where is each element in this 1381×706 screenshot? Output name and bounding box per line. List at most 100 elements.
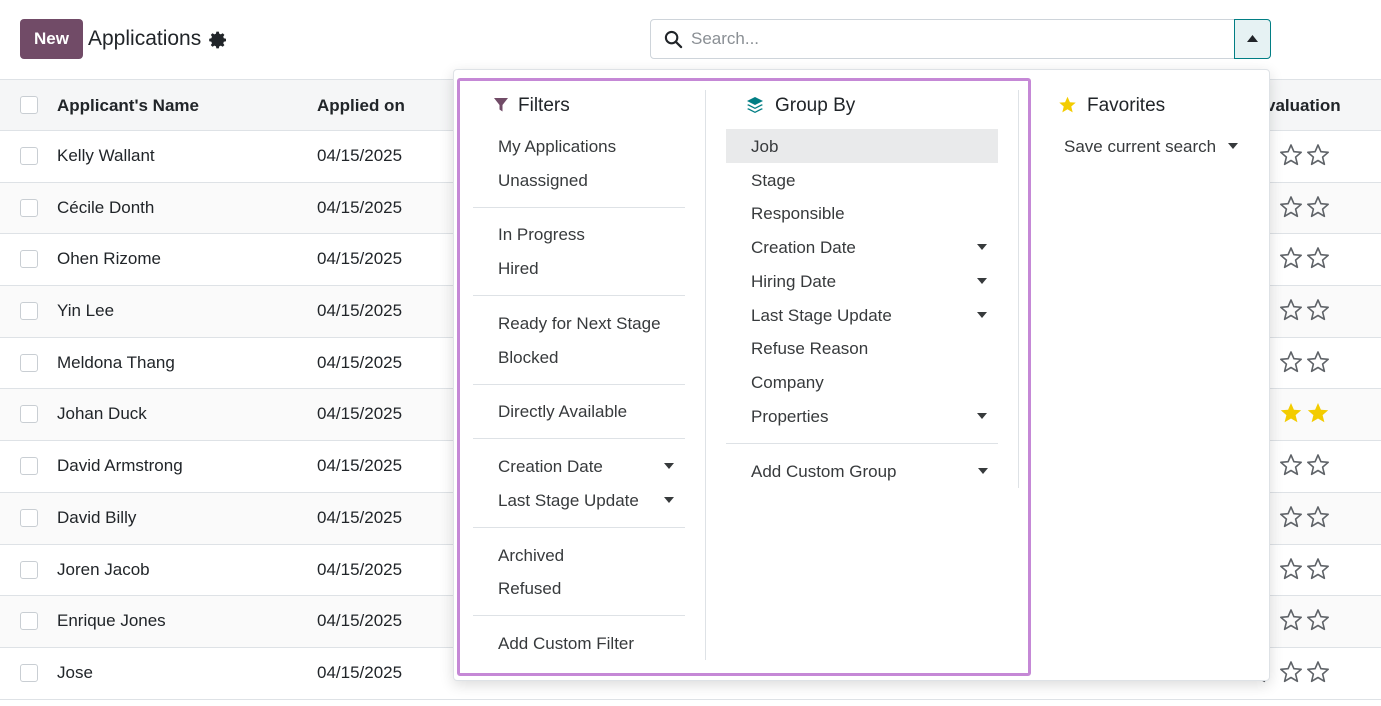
star-empty-icon[interactable]: [1279, 453, 1303, 477]
filter-unassigned[interactable]: Unassigned: [498, 171, 588, 191]
star-filled-icon[interactable]: [1279, 401, 1303, 425]
applied-on-date: 04/15/2025: [317, 301, 403, 321]
new-button[interactable]: New: [20, 19, 83, 59]
applied-on-date: 04/15/2025: [317, 197, 403, 217]
star-empty-icon[interactable]: [1279, 660, 1303, 684]
star-empty-icon[interactable]: [1306, 660, 1330, 684]
divider: [473, 438, 685, 439]
star-empty-icon[interactable]: [1306, 557, 1330, 581]
chevron-down-icon[interactable]: [664, 497, 674, 503]
save-current-search[interactable]: Save current search: [1064, 137, 1216, 157]
applied-on-date: 04/15/2025: [317, 611, 403, 631]
star-empty-icon[interactable]: [1306, 195, 1330, 219]
filter-directly-available[interactable]: Directly Available: [498, 402, 627, 422]
filter-last-stage-update[interactable]: Last Stage Update: [498, 491, 639, 511]
row-checkbox[interactable]: [20, 147, 38, 165]
add-custom-filter[interactable]: Add Custom Filter: [498, 634, 634, 654]
favorites-heading: Favorites: [1087, 95, 1166, 116]
filter-my-applications[interactable]: My Applications: [498, 137, 616, 157]
star-empty-icon[interactable]: [1306, 505, 1330, 529]
evaluation-stars: [1258, 350, 1381, 376]
filter-archived[interactable]: Archived: [498, 546, 564, 566]
group-by-refuse-reason[interactable]: Refuse Reason: [751, 339, 868, 359]
star-empty-icon[interactable]: [1279, 557, 1303, 581]
chevron-down-icon[interactable]: [977, 244, 987, 250]
group-by-hiring-date[interactable]: Hiring Date: [751, 272, 836, 292]
evaluation-stars: [1258, 401, 1381, 427]
applicant-name: Johan Duck: [57, 404, 147, 424]
filter-creation-date[interactable]: Creation Date: [498, 457, 603, 477]
group-by-company[interactable]: Company: [751, 373, 824, 393]
filter-blocked[interactable]: Blocked: [498, 348, 558, 368]
evaluation-stars: [1258, 505, 1381, 531]
applied-on-date: 04/15/2025: [317, 146, 403, 165]
applicant-name: Kelly Wallant: [57, 146, 155, 165]
divider: [473, 295, 685, 296]
row-checkbox[interactable]: [20, 198, 38, 217]
evaluation-stars: [1258, 143, 1381, 169]
applicant-name: Enrique Jones: [57, 611, 166, 631]
group-by-properties[interactable]: Properties: [751, 407, 828, 427]
star-empty-icon[interactable]: [1306, 350, 1330, 374]
star-empty-icon[interactable]: [1306, 608, 1330, 632]
search-panel-toggle[interactable]: [1234, 19, 1271, 59]
gear-icon[interactable]: [208, 30, 228, 50]
star-empty-icon[interactable]: [1306, 298, 1330, 322]
star-empty-icon[interactable]: [1306, 453, 1330, 477]
row-checkbox[interactable]: [20, 508, 38, 527]
column-divider: [1018, 90, 1019, 488]
chevron-down-icon[interactable]: [1228, 143, 1238, 149]
search-bar: [650, 19, 1271, 59]
evaluation-stars: [1258, 246, 1381, 272]
star-empty-icon[interactable]: [1279, 195, 1303, 219]
chevron-down-icon[interactable]: [977, 312, 987, 318]
star-empty-icon[interactable]: [1279, 246, 1303, 270]
applied-on-date: 04/15/2025: [317, 352, 403, 372]
star-empty-icon[interactable]: [1306, 143, 1330, 167]
star-empty-icon[interactable]: [1279, 298, 1303, 322]
group-by-creation-date[interactable]: Creation Date: [751, 238, 856, 258]
search-icon: [664, 30, 683, 49]
group-by-job[interactable]: Job: [751, 137, 778, 157]
row-checkbox[interactable]: [20, 250, 38, 269]
column-divider: [705, 90, 706, 660]
group-by-stage[interactable]: Stage: [751, 171, 795, 191]
column-header-name[interactable]: Applicant's Name: [57, 96, 199, 116]
search-input[interactable]: [691, 26, 1231, 52]
layers-icon: [747, 97, 763, 113]
applicant-name: Ohen Rizome: [57, 249, 161, 269]
row-checkbox[interactable]: [20, 302, 38, 321]
star-empty-icon[interactable]: [1279, 143, 1303, 167]
applied-on-date: 04/15/2025: [317, 249, 403, 269]
row-checkbox[interactable]: [20, 353, 38, 372]
column-header-applied-on[interactable]: Applied on: [317, 96, 405, 116]
row-checkbox[interactable]: [20, 560, 38, 579]
filter-in-progress[interactable]: In Progress: [498, 225, 585, 245]
row-checkbox[interactable]: [20, 457, 38, 476]
row-checkbox[interactable]: [20, 663, 38, 682]
filter-refused[interactable]: Refused: [498, 579, 561, 599]
chevron-down-icon[interactable]: [978, 468, 988, 474]
group-by-responsible[interactable]: Responsible: [751, 204, 845, 224]
evaluation-stars: [1258, 608, 1381, 634]
chevron-down-icon[interactable]: [977, 278, 987, 284]
chevron-down-icon[interactable]: [664, 463, 674, 469]
star-empty-icon[interactable]: [1279, 350, 1303, 374]
divider: [726, 443, 998, 444]
applicant-name: Joren Jacob: [57, 559, 150, 579]
filter-ready-next-stage[interactable]: Ready for Next Stage: [498, 314, 661, 334]
row-checkbox[interactable]: [20, 405, 38, 424]
column-header-evaluation[interactable]: valuation: [1266, 96, 1341, 116]
group-by-last-stage-update[interactable]: Last Stage Update: [751, 306, 892, 326]
chevron-down-icon[interactable]: [977, 413, 987, 419]
star-empty-icon[interactable]: [1279, 505, 1303, 529]
evaluation-stars: [1258, 660, 1381, 686]
filter-icon: [494, 98, 508, 112]
star-filled-icon[interactable]: [1306, 401, 1330, 425]
filter-hired[interactable]: Hired: [498, 259, 539, 279]
row-checkbox[interactable]: [20, 612, 38, 631]
star-empty-icon[interactable]: [1279, 608, 1303, 632]
add-custom-group[interactable]: Add Custom Group: [751, 462, 897, 482]
select-all-checkbox[interactable]: [20, 96, 38, 114]
star-empty-icon[interactable]: [1306, 246, 1330, 270]
